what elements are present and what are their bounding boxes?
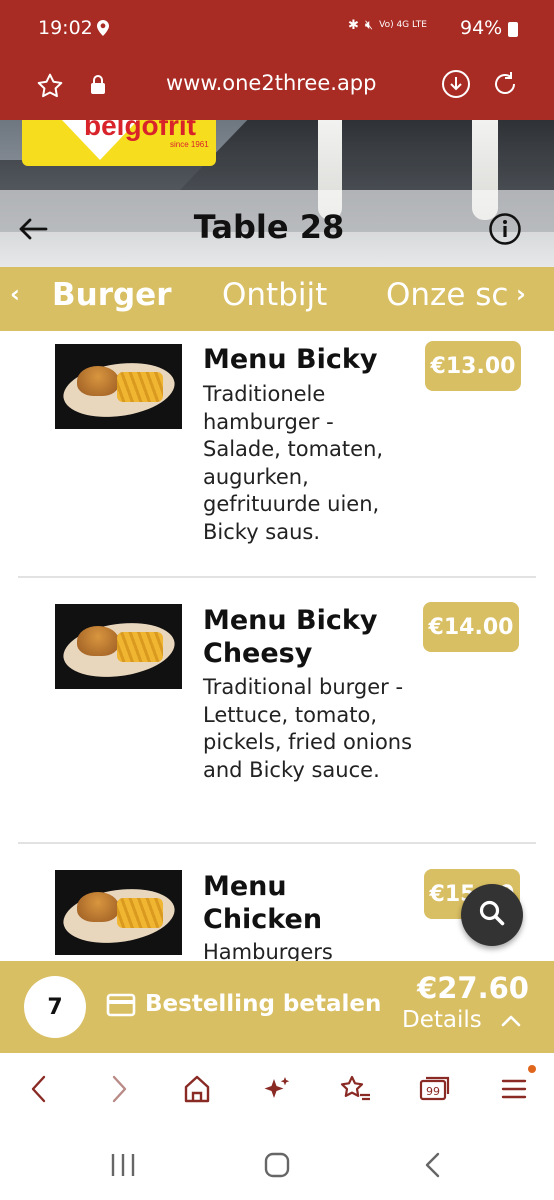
tabs-icon[interactable]: 99 bbox=[418, 1073, 452, 1109]
browser-forward-icon[interactable] bbox=[108, 1073, 130, 1109]
menu-list: Menu Bicky Traditionele hamburger - Sala… bbox=[0, 331, 554, 961]
logo-text: belgofrit bbox=[84, 120, 196, 141]
status-bar: 19:02 ✱ 🔇︎ Vo) 4G LTE 94% bbox=[0, 0, 554, 58]
svg-text:99: 99 bbox=[426, 1085, 440, 1098]
sparkles-icon[interactable] bbox=[262, 1073, 292, 1109]
logo-subtext: since 1961 bbox=[170, 140, 209, 149]
item-name: Menu Bicky Cheesy bbox=[203, 605, 378, 669]
system-nav-bar bbox=[0, 1125, 554, 1200]
battery-icon bbox=[508, 22, 518, 37]
bookmarks-star-icon[interactable] bbox=[338, 1073, 372, 1109]
browser-back-icon[interactable] bbox=[28, 1073, 50, 1109]
system-back-icon[interactable] bbox=[420, 1151, 446, 1183]
restaurant-logo: belgofrit since 1961 bbox=[22, 120, 216, 166]
browser-url-bar: www.one2three.app bbox=[0, 58, 554, 120]
divider bbox=[18, 576, 536, 578]
lock-icon bbox=[89, 73, 107, 101]
tab-onze-sc[interactable]: Onze sc bbox=[386, 277, 508, 313]
item-description: Traditionele hamburger - Salade, tomaten… bbox=[203, 382, 384, 544]
cart-count-badge: 7 bbox=[24, 976, 86, 1038]
order-details-link[interactable]: Details bbox=[402, 1007, 482, 1033]
bluetooth-icon: ✱ bbox=[348, 18, 359, 33]
pay-order-button[interactable]: Bestelling betalen bbox=[145, 991, 381, 1017]
item-image bbox=[55, 344, 182, 429]
credit-card-icon bbox=[106, 992, 136, 1022]
restaurant-header: belgofrit since 1961 Table 28 bbox=[0, 120, 554, 267]
order-bar[interactable]: 7 Bestelling betalen €27.60 Details bbox=[0, 961, 554, 1053]
search-button[interactable] bbox=[461, 884, 523, 946]
battery-percent: 94% bbox=[460, 17, 503, 39]
home-icon[interactable] bbox=[182, 1073, 212, 1109]
list-item[interactable]: Menu Bicky Cheesy Traditional burger - L… bbox=[18, 580, 536, 844]
mute-icon: 🔇︎ bbox=[364, 18, 374, 33]
bookmark-star-icon[interactable] bbox=[34, 70, 66, 106]
item-image bbox=[55, 604, 182, 689]
tabs-next-chevron-icon[interactable]: › bbox=[516, 280, 526, 308]
notification-dot bbox=[528, 1065, 536, 1073]
order-total: €27.60 bbox=[417, 971, 529, 1005]
item-description: Hamburgers bbox=[203, 940, 333, 961]
item-price-button[interactable]: €14.00 bbox=[423, 602, 519, 652]
item-name: Menu Chicken bbox=[203, 871, 323, 935]
location-icon bbox=[97, 20, 109, 40]
item-name: Menu Bicky bbox=[203, 344, 378, 375]
chevron-up-icon[interactable] bbox=[500, 1013, 522, 1032]
status-icons: ✱ 🔇︎ Vo) 4G LTE bbox=[348, 18, 429, 33]
download-icon[interactable] bbox=[440, 68, 472, 104]
list-item[interactable]: Menu Bicky Traditionele hamburger - Sala… bbox=[18, 331, 536, 580]
tabs-prev-chevron-icon[interactable]: ‹ bbox=[10, 280, 20, 308]
list-item[interactable]: Menu Chicken Hamburgers €15.00 bbox=[18, 844, 536, 961]
status-time: 19:02 bbox=[38, 17, 93, 39]
item-price-button[interactable]: €13.00 bbox=[425, 341, 521, 391]
app-screen: 19:02 ✱ 🔇︎ Vo) 4G LTE 94% www.one2three.… bbox=[0, 0, 554, 1200]
category-tabs: ‹ Burger Ontbijt Onze sc › bbox=[0, 267, 554, 331]
menu-icon[interactable] bbox=[500, 1073, 528, 1109]
recent-apps-icon[interactable] bbox=[108, 1151, 138, 1183]
browser-bottom-nav: 99 bbox=[0, 1053, 554, 1125]
network-label: Vo) 4G LTE bbox=[379, 20, 427, 30]
item-image bbox=[55, 870, 182, 955]
tab-ontbijt[interactable]: Ontbijt bbox=[222, 277, 327, 313]
search-icon bbox=[477, 898, 507, 932]
item-description: Traditional burger - Lettuce, tomato, pi… bbox=[203, 675, 413, 782]
tab-burger[interactable]: Burger bbox=[52, 277, 172, 313]
page-title: Table 28 bbox=[193, 208, 345, 246]
system-home-icon[interactable] bbox=[263, 1151, 291, 1183]
reload-icon[interactable] bbox=[489, 68, 521, 104]
url-text[interactable]: www.one2three.app bbox=[166, 71, 376, 95]
info-icon[interactable] bbox=[488, 212, 522, 250]
